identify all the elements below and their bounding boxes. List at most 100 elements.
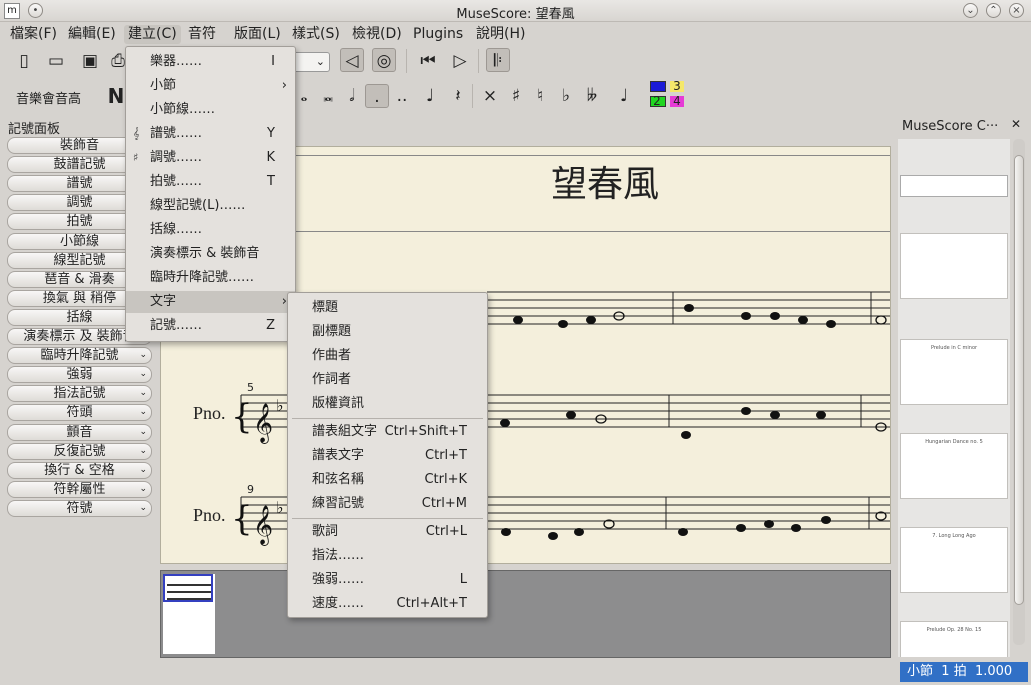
minimize-icon[interactable]: ⌄: [963, 3, 978, 18]
chevron-down-icon: ⌄: [139, 445, 147, 456]
zoom-select[interactable]: ⌄: [292, 52, 330, 72]
open-file-icon[interactable]: ▭: [44, 49, 68, 73]
palette-item[interactable]: 指法記號 ⌄: [7, 385, 152, 403]
score-thumbnail[interactable]: Prelude in C minor: [900, 339, 1008, 405]
text-menu-item[interactable]: 速度…… Ctrl+Alt+T: [288, 593, 487, 615]
double-whole-icon[interactable]: 𝅜: [316, 84, 340, 108]
text-menu-item[interactable]: 指法……: [288, 545, 487, 567]
palette-item-label: 演奏標示 及 裝飾音: [23, 329, 136, 344]
flip-stem-icon[interactable]: ♩: [612, 84, 636, 108]
dot-icon[interactable]: .: [365, 84, 389, 108]
app-window: m • MuseScore: 望春風 ⌄ ⌃ × 檔案(F) 編輯(E) 建立(…: [0, 0, 1031, 685]
score-thumbnail[interactable]: Prelude Op. 28 No. 15: [900, 621, 1008, 657]
instrument-name[interactable]: Pno.: [193, 403, 226, 424]
menu-item-shortcut: K: [266, 150, 275, 165]
double-flat-icon[interactable]: 𝄫: [580, 84, 604, 108]
menu-item-shortcut: Ctrl+T: [425, 448, 467, 463]
score-thumbnail[interactable]: Hungarian Dance no. 5: [900, 433, 1008, 499]
maximize-icon[interactable]: ⌃: [986, 3, 1001, 18]
create-menu-item[interactable]: ♯ 調號…… K: [126, 147, 295, 169]
create-menu-item[interactable]: 臨時升降記號……: [126, 267, 295, 289]
menu-view[interactable]: 檢視(D): [348, 25, 406, 44]
create-menu-item[interactable]: 樂器…… I: [126, 51, 295, 73]
svg-text:♭: ♭: [276, 498, 284, 517]
text-menu-item[interactable]: 副標題: [288, 321, 487, 343]
score-thumbnail[interactable]: [900, 233, 1008, 299]
menu-style[interactable]: 樣式(S): [288, 25, 344, 44]
menu-file[interactable]: 檔案(F): [6, 25, 61, 44]
palette-item[interactable]: 換行 & 空格 ⌄: [7, 461, 152, 479]
rest-icon[interactable]: 𝄽: [446, 84, 470, 108]
new-file-icon[interactable]: ▯: [12, 49, 36, 73]
menu-item-label: 記號……: [150, 318, 203, 333]
text-menu-item[interactable]: 歌詞 Ctrl+L: [288, 521, 487, 543]
menu-edit[interactable]: 編輯(E): [64, 25, 120, 44]
tie-icon[interactable]: ♩: [418, 84, 442, 108]
palette-item[interactable]: 強弱 ⌄: [7, 366, 152, 384]
menu-help[interactable]: 說明(H): [472, 25, 529, 44]
palette-item[interactable]: 臨時升降記號 ⌄: [7, 347, 152, 365]
file-toolbar: ▯ ▭ ▣ ⎙ ⌄ ◁ ◎ ⏮ ▷ 𝄆: [0, 46, 700, 78]
menu-layout[interactable]: 版面(L): [230, 25, 285, 44]
scrollbar-handle[interactable]: [1014, 155, 1024, 605]
palette-item[interactable]: 符號 ⌄: [7, 499, 152, 517]
menu-plugins[interactable]: Plugins: [409, 25, 467, 44]
midi-input-icon[interactable]: ◎: [372, 48, 396, 72]
text-menu-item[interactable]: 譜表組文字 Ctrl+Shift+T: [288, 421, 487, 443]
text-menu-item[interactable]: 標題: [288, 297, 487, 319]
palette-item-label: 符頭: [66, 405, 93, 421]
text-menu-item[interactable]: 練習記號 Ctrl+M: [288, 493, 487, 515]
rewind-icon[interactable]: ⏮: [416, 49, 440, 73]
create-menu-item[interactable]: 線型記號(L)……: [126, 195, 295, 217]
menu-item-shortcut: Ctrl+Shift+T: [384, 424, 467, 439]
text-menu-item[interactable]: 譜表文字 Ctrl+T: [288, 445, 487, 467]
score-thumbnails[interactable]: Prelude in C minor Hungarian Dance no. 5…: [898, 139, 1010, 657]
close-panel-icon[interactable]: ✕: [1011, 117, 1021, 131]
create-menu-item[interactable]: 小節 ›: [126, 75, 295, 97]
speaker-icon[interactable]: ◁: [340, 48, 364, 72]
close-window-icon[interactable]: ×: [1009, 3, 1024, 18]
concert-pitch-button[interactable]: 音樂會音高: [16, 88, 81, 107]
create-menu-item[interactable]: 演奏標示 & 裝飾音: [126, 243, 295, 265]
natural-icon[interactable]: ♮: [528, 84, 552, 108]
menu-notes[interactable]: 音符: [184, 25, 220, 44]
text-menu-item[interactable]: 作詞者: [288, 369, 487, 391]
text-menu-item[interactable]: 強弱…… L: [288, 569, 487, 591]
half-note-icon[interactable]: 𝅗𝅥: [340, 84, 364, 108]
vertical-scrollbar[interactable]: [1013, 139, 1025, 645]
navigator-panel[interactable]: [160, 570, 891, 658]
create-menu-item[interactable]: 文字 ›: [126, 291, 295, 313]
separator: [472, 84, 473, 108]
navigator-viewport[interactable]: [163, 574, 213, 602]
text-menu-item[interactable]: 版權資訊: [288, 393, 487, 415]
palette-item-label: 線型記號: [53, 252, 106, 268]
create-menu-item[interactable]: 𝄞 譜號…… Y: [126, 123, 295, 145]
palette-item[interactable]: 符幹屬性 ⌄: [7, 480, 152, 498]
palette-item[interactable]: 符頭 ⌄: [7, 404, 152, 422]
menu-item-label: 練習記號: [312, 496, 365, 511]
instrument-name[interactable]: Pno.: [193, 505, 226, 526]
text-menu-item[interactable]: 作曲者: [288, 345, 487, 367]
score-thumbnail[interactable]: 7. Long Long Ago: [900, 527, 1008, 593]
voice-4-label[interactable]: 4: [670, 95, 684, 107]
palette-item[interactable]: 顫音 ⌄: [7, 423, 152, 441]
palette-item[interactable]: 反復記號 ⌄: [7, 442, 152, 460]
double-sharp-icon[interactable]: ×: [478, 84, 502, 108]
repeat-icon[interactable]: 𝄆: [486, 48, 510, 72]
voice-1-swatch[interactable]: [650, 81, 666, 92]
create-menu-item[interactable]: 小節線……: [126, 99, 295, 121]
text-menu-item[interactable]: 和弦名稱 Ctrl+K: [288, 469, 487, 491]
menu-create[interactable]: 建立(C): [124, 25, 181, 44]
save-icon[interactable]: ▣: [78, 49, 102, 73]
voice-3-label[interactable]: 3: [670, 80, 684, 92]
create-menu-item[interactable]: 括線……: [126, 219, 295, 241]
voice-2-label[interactable]: 2: [650, 95, 664, 107]
double-dot-icon[interactable]: ..: [390, 84, 414, 108]
play-icon[interactable]: ▷: [448, 49, 472, 73]
flat-icon[interactable]: ♭: [554, 84, 578, 108]
create-menu-item[interactable]: 拍號…… T: [126, 171, 295, 193]
thumbnail-search[interactable]: [900, 175, 1008, 197]
palette-item-label: 換氣 與 稍停: [42, 290, 117, 306]
sharp-icon[interactable]: ♯: [504, 84, 528, 108]
create-menu-item[interactable]: 記號…… Z: [126, 315, 295, 337]
